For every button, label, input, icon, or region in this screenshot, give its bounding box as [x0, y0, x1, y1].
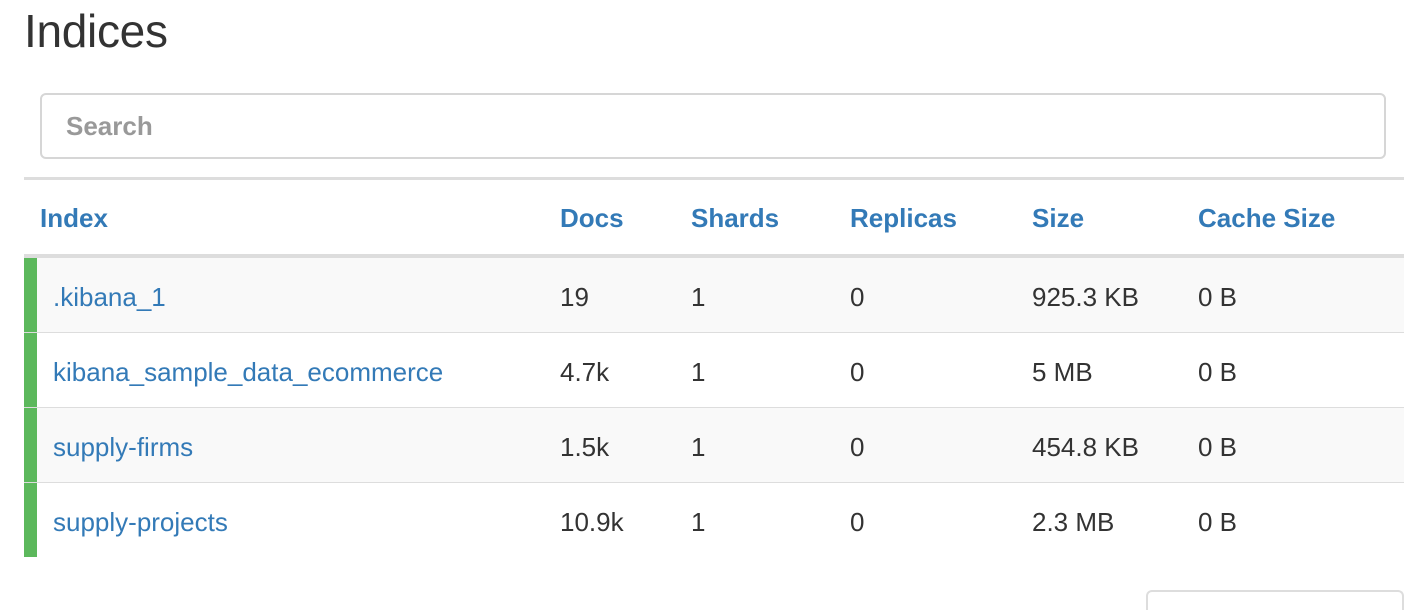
- docs-cell: 19: [560, 282, 589, 312]
- cache-size-cell: 0 B: [1198, 507, 1238, 537]
- index-name-link[interactable]: supply-firms: [53, 432, 193, 463]
- cache-size-cell: 0 B: [1198, 357, 1238, 387]
- column-header-replicas[interactable]: Replicas: [850, 203, 957, 234]
- docs-cell: 1.5k: [560, 432, 610, 462]
- column-header-size[interactable]: Size: [1032, 203, 1084, 234]
- health-status-bar: [24, 333, 37, 407]
- size-cell: 454.8 KB: [1032, 432, 1139, 462]
- search-box[interactable]: [40, 93, 1386, 159]
- docs-cell: 10.9k: [560, 507, 624, 537]
- shards-cell: 1: [691, 432, 706, 462]
- shards-cell: 1: [691, 507, 706, 537]
- page-title: Indices: [24, 5, 168, 57]
- pagination-control[interactable]: [1146, 590, 1404, 610]
- column-header-shards[interactable]: Shards: [691, 203, 779, 234]
- size-cell: 5 MB: [1032, 357, 1093, 387]
- column-header-index[interactable]: Index: [40, 203, 108, 234]
- indices-table: Index Docs Shards Replicas Size Cache Si…: [24, 180, 1404, 557]
- replicas-cell: 0: [850, 432, 865, 462]
- shards-cell: 1: [691, 282, 706, 312]
- table-row: kibana_sample_data_ecommerce 4.7k 1 0 5 …: [24, 332, 1404, 407]
- size-cell: 2.3 MB: [1032, 507, 1115, 537]
- index-name-link[interactable]: .kibana_1: [53, 282, 166, 313]
- size-cell: 925.3 KB: [1032, 282, 1139, 312]
- table-header-row: Index Docs Shards Replicas Size Cache Si…: [24, 180, 1404, 257]
- index-name-link[interactable]: kibana_sample_data_ecommerce: [53, 357, 443, 388]
- shards-cell: 1: [691, 357, 706, 387]
- index-name-link[interactable]: supply-projects: [53, 507, 228, 538]
- replicas-cell: 0: [850, 357, 865, 387]
- search-input[interactable]: [66, 110, 1384, 142]
- health-status-bar: [24, 483, 37, 557]
- cache-size-cell: 0 B: [1198, 282, 1238, 312]
- replicas-cell: 0: [850, 282, 865, 312]
- column-header-cache-size[interactable]: Cache Size: [1198, 203, 1335, 234]
- docs-cell: 4.7k: [560, 357, 610, 387]
- table-row: supply-projects 10.9k 1 0 2.3 MB 0 B: [24, 482, 1404, 557]
- health-status-bar: [24, 258, 37, 332]
- replicas-cell: 0: [850, 507, 865, 537]
- table-row: .kibana_1 19 1 0 925.3 KB 0 B: [24, 257, 1404, 332]
- health-status-bar: [24, 408, 37, 482]
- table-row: supply-firms 1.5k 1 0 454.8 KB 0 B: [24, 407, 1404, 482]
- cache-size-cell: 0 B: [1198, 432, 1238, 462]
- column-header-docs[interactable]: Docs: [560, 203, 624, 234]
